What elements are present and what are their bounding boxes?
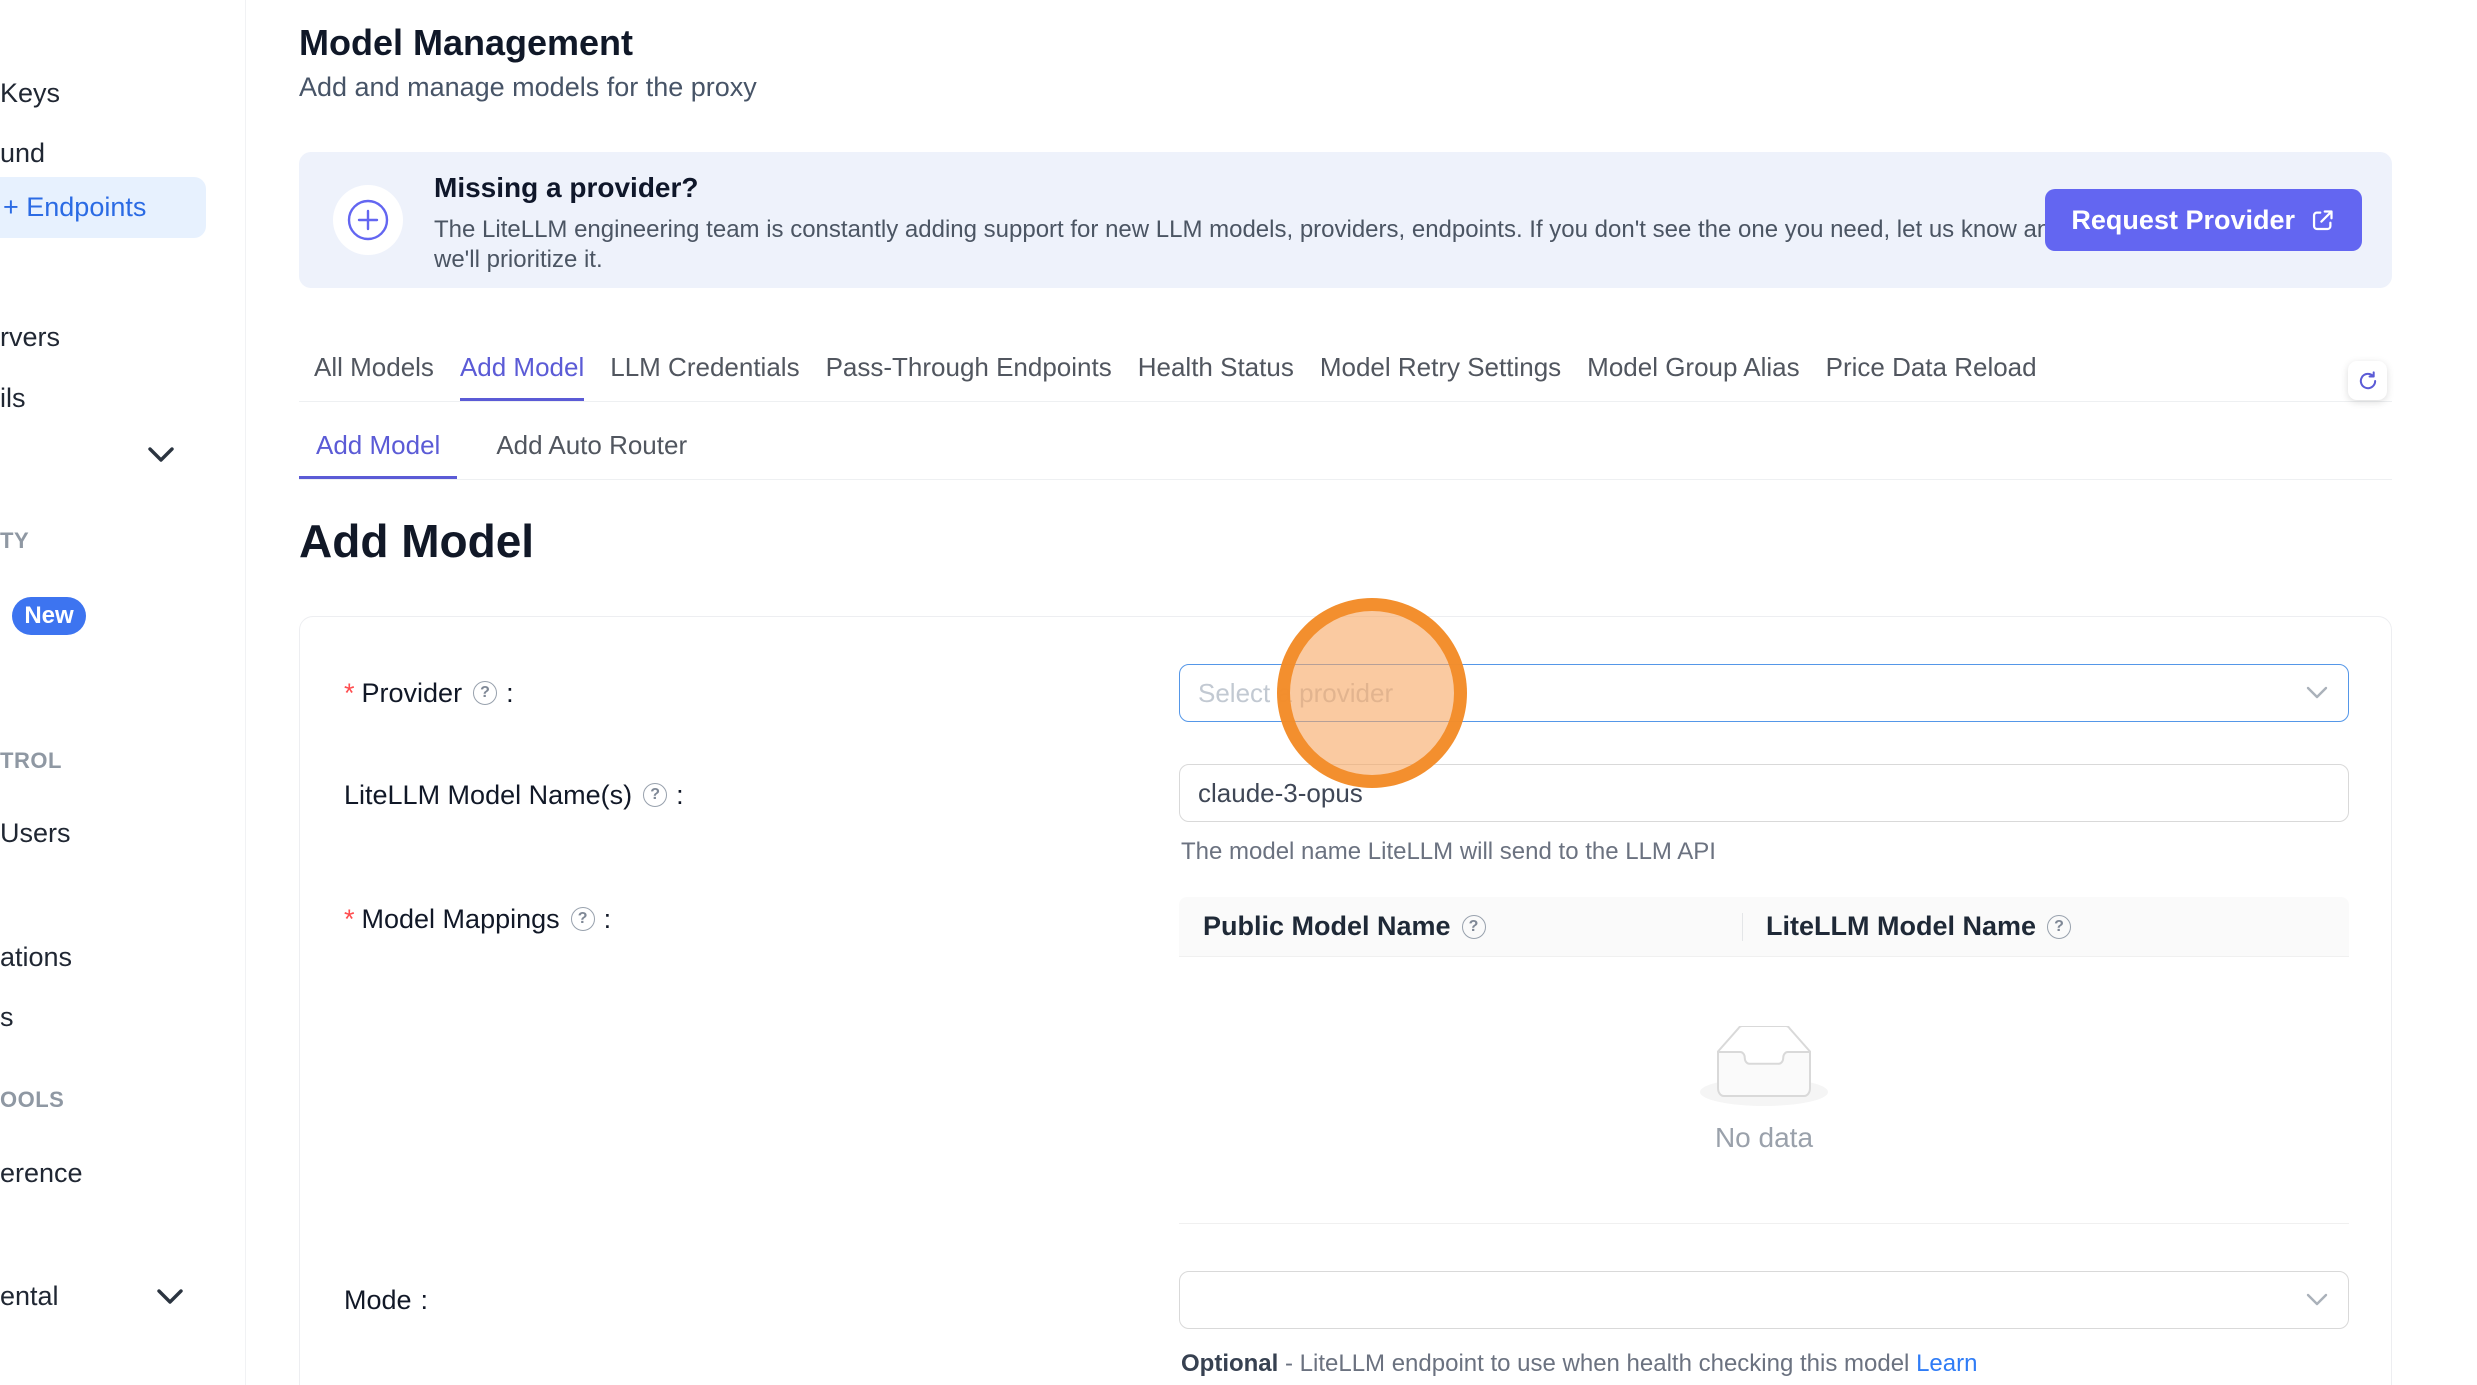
mode-label: Mode : xyxy=(344,1280,428,1320)
tab-all-models[interactable]: All Models xyxy=(314,352,434,401)
sidebar-item-guardrails[interactable]: ils xyxy=(0,381,26,415)
sidebar-item-teams[interactable]: s xyxy=(0,1000,14,1034)
column-header-litellm-model-name: LiteLLM Model Name ? xyxy=(1742,911,2071,942)
plus-circle-icon xyxy=(346,198,390,242)
model-name-input[interactable] xyxy=(1179,764,2349,822)
chevron-down-icon xyxy=(2306,1293,2328,1307)
sidebar-item-experimental[interactable]: ental xyxy=(0,1279,59,1313)
sidebar-section-header: OOLS xyxy=(0,1087,64,1113)
sidebar-new-badge[interactable]: New xyxy=(12,597,86,635)
sidebar-item-label: ations xyxy=(0,942,72,973)
sidebar-item-label: ental xyxy=(0,1281,59,1312)
missing-provider-banner: Missing a provider? The LiteLLM engineer… xyxy=(299,152,2392,288)
tab-llm-credentials[interactable]: LLM Credentials xyxy=(610,352,799,401)
sync-icon xyxy=(2357,370,2379,392)
sidebar-item-mcp-servers[interactable]: rvers xyxy=(0,320,60,354)
banner-text-line1: The LiteLLM engineering team is constant… xyxy=(434,216,2064,244)
sidebar-item-playground[interactable]: und xyxy=(0,136,45,170)
sidebar-item-api-reference[interactable]: erence xyxy=(0,1156,83,1190)
model-mappings-label: * Model Mappings ? : xyxy=(344,899,611,939)
chevron-down-icon xyxy=(2306,686,2328,700)
external-link-icon xyxy=(2309,207,2336,234)
help-icon[interactable]: ? xyxy=(473,681,497,705)
app-window: Keys und + Endpoints rvers ils TY New TR… xyxy=(0,0,2477,1385)
sidebar-item-label: ils xyxy=(0,383,26,414)
sidebar-item-models-endpoints[interactable]: + Endpoints xyxy=(0,177,206,238)
plus-circle-badge xyxy=(333,185,403,255)
model-name-helper: The model name LiteLLM will send to the … xyxy=(1181,838,1716,866)
page-title: Model Management xyxy=(299,22,633,64)
banner-text-line2: we'll prioritize it. xyxy=(434,246,603,274)
page-subtitle: Add and manage models for the proxy xyxy=(299,72,757,103)
sidebar-item-internal-users[interactable]: Users xyxy=(0,816,71,850)
tab-price-data-reload[interactable]: Price Data Reload xyxy=(1826,352,2037,401)
tab-pass-through-endpoints[interactable]: Pass-Through Endpoints xyxy=(826,352,1112,401)
sidebar-item-label: Users xyxy=(0,818,71,849)
chevron-down-icon xyxy=(157,1289,183,1305)
no-data-text: No data xyxy=(1715,1122,1813,1154)
section-heading: Add Model xyxy=(299,514,534,568)
subtab-add-model[interactable]: Add Model xyxy=(299,430,457,479)
tab-model-retry-settings[interactable]: Model Retry Settings xyxy=(1320,352,1561,401)
help-icon[interactable]: ? xyxy=(1462,915,1486,939)
help-icon[interactable]: ? xyxy=(2047,915,2071,939)
mode-select[interactable] xyxy=(1179,1271,2349,1329)
badge-label: New xyxy=(24,602,73,630)
sidebar-item-organizations[interactable]: ations xyxy=(0,940,72,974)
help-icon[interactable]: ? xyxy=(571,907,595,931)
sidebar: Keys und + Endpoints rvers ils TY New TR… xyxy=(0,0,246,1385)
empty-inbox-icon xyxy=(1700,1026,1828,1108)
sidebar-item-label: Keys xyxy=(0,78,60,109)
model-mappings-table: Public Model Name ? LiteLLM Model Name ? xyxy=(1179,897,2349,1224)
table-empty-state: No data xyxy=(1179,957,2349,1224)
provider-select[interactable]: Select a provider xyxy=(1179,664,2349,722)
column-divider xyxy=(1742,913,1743,941)
banner-title: Missing a provider? xyxy=(434,172,699,204)
tab-model-group-alias[interactable]: Model Group Alias xyxy=(1587,352,1799,401)
model-management-tabs: All Models Add Model LLM Credentials Pas… xyxy=(299,352,2392,402)
sidebar-item-label: rvers xyxy=(0,322,60,353)
mode-helper: Optional - LiteLLM endpoint to use when … xyxy=(1181,1350,1977,1378)
column-header-public-model-name: Public Model Name ? xyxy=(1179,911,1742,942)
refresh-button[interactable] xyxy=(2348,361,2387,400)
tab-add-model[interactable]: Add Model xyxy=(460,352,584,401)
provider-label: * Provider ? : xyxy=(344,673,514,713)
add-model-subtabs: Add Model Add Auto Router xyxy=(299,430,2392,480)
chevron-down-icon xyxy=(148,447,174,463)
sidebar-item-label: und xyxy=(0,138,45,169)
sidebar-section-header: TY xyxy=(0,528,29,554)
required-mark: * xyxy=(344,678,355,709)
required-mark: * xyxy=(344,904,355,935)
model-name-label: LiteLLM Model Name(s) ? : xyxy=(344,775,684,815)
subtab-add-auto-router[interactable]: Add Auto Router xyxy=(479,430,704,479)
sidebar-item-label: erence xyxy=(0,1158,83,1189)
button-label: Request Provider xyxy=(2071,205,2295,236)
help-icon[interactable]: ? xyxy=(643,783,667,807)
tab-health-status[interactable]: Health Status xyxy=(1138,352,1294,401)
request-provider-button[interactable]: Request Provider xyxy=(2045,189,2362,251)
sidebar-item-label: + Endpoints xyxy=(3,192,146,223)
sidebar-item-label: s xyxy=(0,1002,14,1033)
provider-placeholder: Select a provider xyxy=(1198,678,1393,709)
sidebar-section-header: TROL xyxy=(0,748,62,774)
sidebar-item-virtual-keys[interactable]: Keys xyxy=(0,76,60,110)
add-model-form-card: * Provider ? : Select a provider LiteLLM… xyxy=(299,616,2392,1385)
mode-helper-bold: Optional xyxy=(1181,1350,1278,1377)
table-header-row: Public Model Name ? LiteLLM Model Name ? xyxy=(1179,897,2349,957)
learn-link[interactable]: Learn xyxy=(1916,1350,1977,1377)
